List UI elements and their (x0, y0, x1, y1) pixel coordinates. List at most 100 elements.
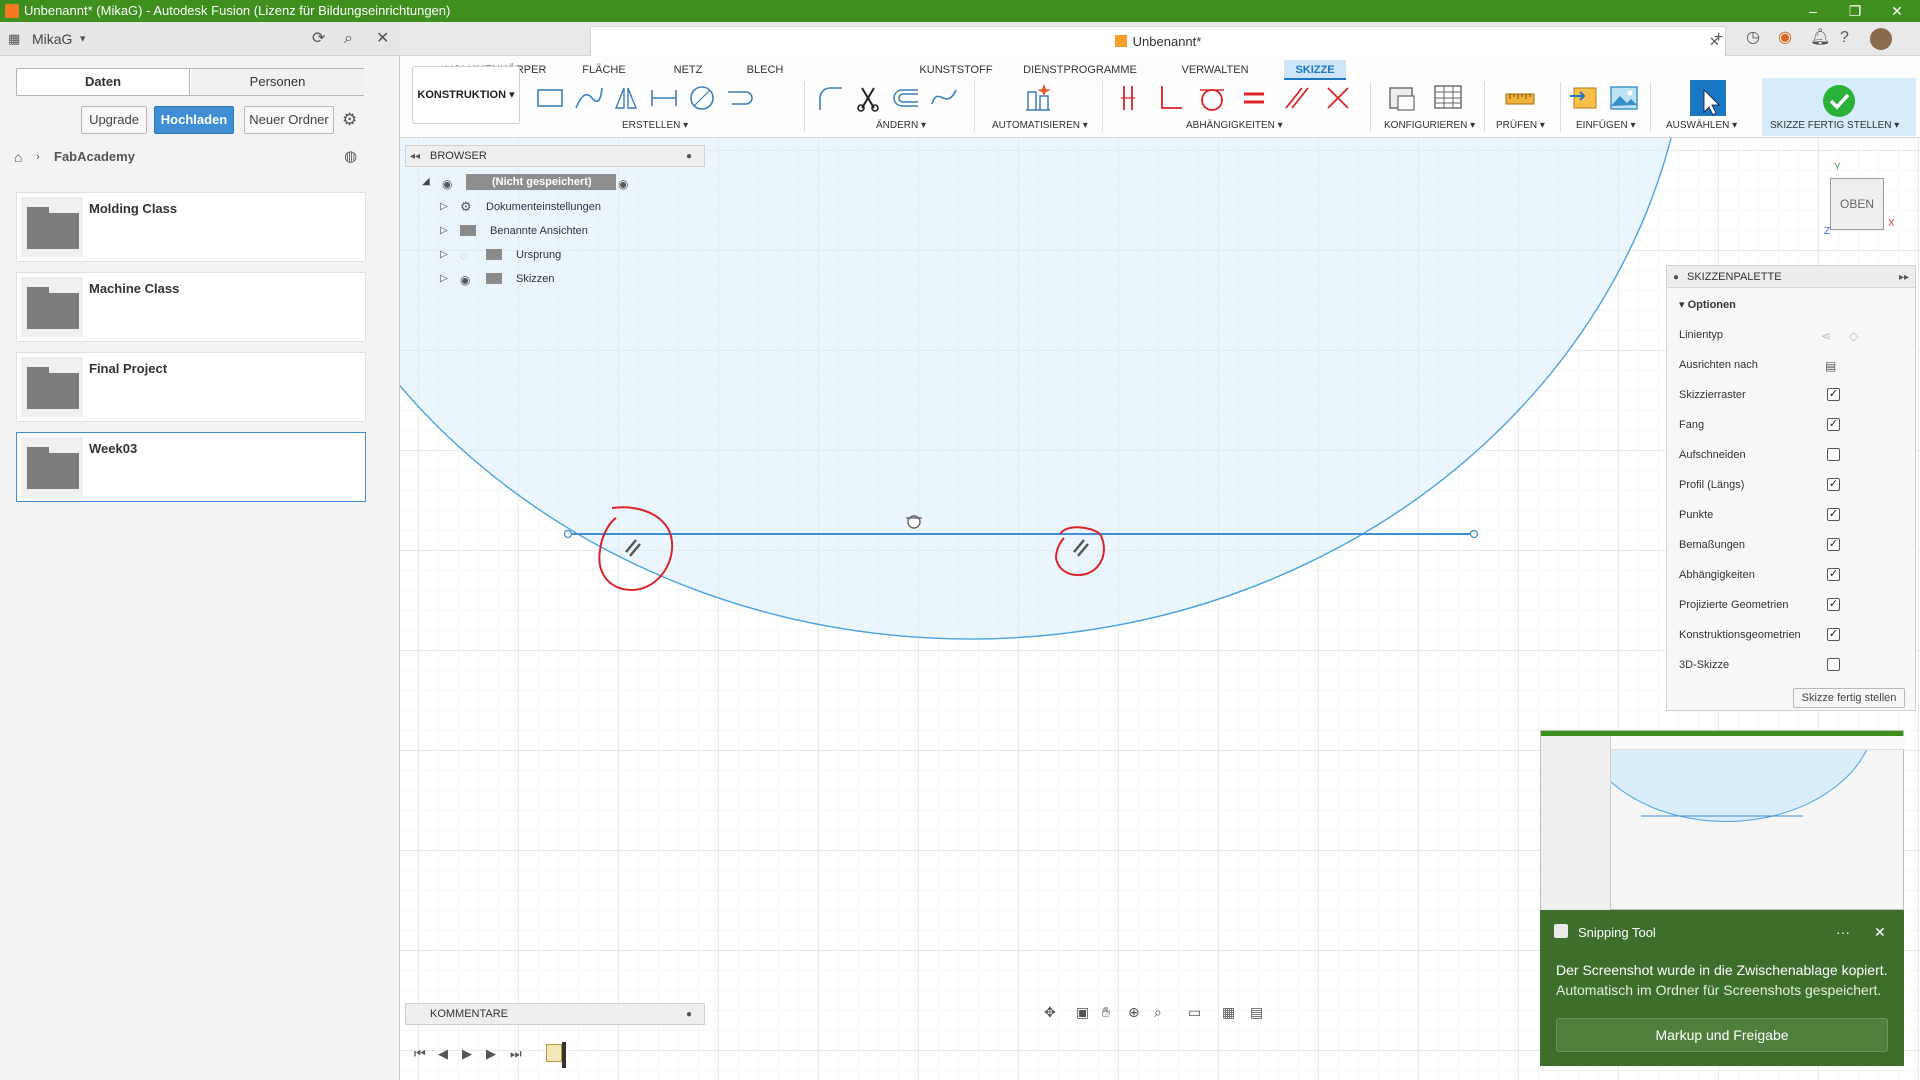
linetype-construction-icon[interactable]: ⋖ (1821, 328, 1831, 344)
look-at-icon[interactable]: ▣ (1076, 1004, 1089, 1020)
last-step-icon[interactable]: ⏭ (510, 1046, 522, 1062)
fang-checkbox[interactable]: ✓ (1827, 418, 1840, 431)
chevron-down-icon[interactable]: ▾ (80, 31, 86, 47)
mirror-tool-icon[interactable] (610, 82, 642, 114)
tab-skizze[interactable]: SKIZZE (1284, 60, 1346, 80)
perpendicular-constraint-icon[interactable] (1154, 82, 1186, 114)
offset-tool-icon[interactable] (890, 82, 922, 114)
tab-dienstprogramme[interactable]: DIENSTPROGRAMME (1022, 60, 1138, 80)
tangent-constraint-icon[interactable] (1196, 82, 1228, 114)
expand-icon[interactable]: ◢ (422, 176, 430, 187)
timeline-marker[interactable] (562, 1042, 566, 1068)
eye-icon[interactable]: ◉ (442, 176, 452, 192)
sketch-timeline-feature-icon[interactable] (546, 1044, 562, 1062)
display-settings-icon[interactable]: ▭ (1188, 1004, 1201, 1020)
group-label-auswaehlen[interactable]: AUSWÄHLEN ▾ (1666, 120, 1737, 131)
slot-tool-icon[interactable] (724, 82, 756, 114)
aufschneiden-checkbox[interactable] (1827, 448, 1840, 461)
insert-image-icon[interactable] (1608, 82, 1640, 114)
zoom-icon[interactable]: ⊕ (1128, 1004, 1140, 1020)
expand-panel-icon[interactable]: ▸▸ (1899, 270, 1909, 286)
folder-card[interactable]: Molding Class (16, 192, 366, 262)
select-tool-icon[interactable] (1688, 78, 1728, 118)
viewports-icon[interactable]: ▤ (1250, 1004, 1263, 1020)
breadcrumb[interactable]: FabAcademy (54, 149, 135, 164)
group-label-aendern[interactable]: ÄNDERN ▾ (876, 120, 926, 131)
more-options-icon[interactable]: ··· (1836, 924, 1850, 940)
group-label-automatisieren[interactable]: AUTOMATISIEREN ▾ (992, 120, 1088, 131)
markup-and-share-button[interactable]: Markup und Freigabe (1556, 1018, 1888, 1052)
options-section[interactable]: ▾ Optionen (1679, 298, 1736, 311)
finish-sketch-palette-button[interactable]: Skizze fertig stellen (1793, 688, 1905, 708)
user-name[interactable]: MikaG (32, 31, 72, 47)
close-icon[interactable]: ✕ (376, 31, 389, 47)
viewcube[interactable]: OBEN Y X Z (1824, 162, 1902, 238)
new-folder-button[interactable]: Neuer Ordner (244, 106, 334, 134)
settings-gear-icon[interactable]: ⚙ (342, 111, 357, 128)
folder-card[interactable]: Final Project (16, 352, 366, 422)
punkte-checkbox[interactable]: ✓ (1827, 508, 1840, 521)
help-icon[interactable]: ? (1840, 30, 1849, 46)
next-step-icon[interactable]: ▶︎ (486, 1046, 496, 1062)
refresh-icon[interactable]: ⟳ (312, 31, 325, 47)
group-label-abhaengigkeiten[interactable]: ABHÄNGIGKEITEN ▾ (1186, 120, 1283, 131)
apps-grid-icon[interactable]: ▦ (8, 31, 20, 47)
close-toast-icon[interactable]: ✕ (1874, 924, 1886, 940)
automate-tool-icon[interactable] (1022, 82, 1054, 114)
look-at-icon[interactable]: ▤ (1825, 358, 1836, 374)
previous-step-icon[interactable]: ◀ (438, 1046, 448, 1062)
expand-icon[interactable]: ▷ (440, 273, 448, 284)
first-step-icon[interactable]: ⏮ (414, 1046, 426, 1062)
eye-hidden-icon[interactable]: ◌ (460, 248, 467, 264)
tab-verwalten[interactable]: VERWALTEN (1178, 60, 1252, 80)
trim-scissors-icon[interactable] (852, 82, 884, 114)
comments-panel-header[interactable]: KOMMENTARE ● (405, 1003, 705, 1025)
folder-card[interactable]: Week03 (16, 432, 366, 502)
workspace-dropdown[interactable]: KONSTRUKTION ▾ (412, 66, 520, 124)
group-label-einfuegen[interactable]: EINFÜGEN ▾ (1576, 120, 1635, 131)
abhaengigkeiten-checkbox[interactable]: ✓ (1827, 568, 1840, 581)
notifications-bell-icon[interactable]: 🔔︎ (1810, 30, 1830, 46)
fillet-tool-icon[interactable] (814, 82, 846, 114)
tab-flaeche[interactable]: FLÄCHE (568, 60, 640, 80)
skizzierraster-checkbox[interactable]: ✓ (1827, 388, 1840, 401)
3d-skizze-checkbox[interactable] (1827, 658, 1840, 671)
group-label-pruefen[interactable]: PRÜFEN ▾ (1496, 120, 1545, 131)
collapse-dot-icon[interactable]: ● (1673, 270, 1679, 286)
close-window-button[interactable]: ✕ (1876, 0, 1918, 22)
circle-tool-icon[interactable] (686, 82, 718, 114)
profil-checkbox[interactable]: ✓ (1827, 478, 1840, 491)
maximize-button[interactable]: ❐ (1834, 0, 1876, 22)
viewcube-face[interactable]: OBEN (1830, 178, 1884, 230)
expand-icon[interactable]: ▷ (440, 225, 448, 236)
home-icon[interactable]: ⌂ (14, 149, 22, 165)
add-comment-icon[interactable]: ● (686, 1007, 692, 1023)
extensions-icon[interactable]: ◉ (1778, 30, 1792, 46)
upload-button[interactable]: Hochladen (154, 106, 234, 134)
search-icon[interactable]: ⌕ (344, 31, 353, 47)
expand-icon[interactable]: ▷ (440, 201, 448, 212)
measure-ruler-icon[interactable] (1504, 82, 1536, 114)
folder-card[interactable]: Machine Class (16, 272, 366, 342)
tab-personen[interactable]: Personen (191, 69, 364, 95)
avatar[interactable] (1870, 28, 1892, 50)
projizierte-geometrien-checkbox[interactable]: ✓ (1827, 598, 1840, 611)
new-tab-icon[interactable]: + (1714, 30, 1723, 46)
sketch-palette-header[interactable]: ● SKIZZENPALETTE ▸▸ (1667, 266, 1915, 288)
eye-icon[interactable]: ◉ (460, 272, 470, 288)
line-endpoint[interactable] (1469, 529, 1479, 539)
konstruktionsgeometrien-checkbox[interactable]: ✓ (1827, 628, 1840, 641)
insert-object-icon[interactable] (1568, 82, 1600, 114)
linetype-centerline-icon[interactable]: ◇ (1849, 328, 1858, 344)
line-endpoint[interactable] (563, 529, 573, 539)
screenshot-thumbnail-preview[interactable] (1540, 730, 1905, 911)
document-tab[interactable]: Unbenannt* ✕ (590, 26, 1726, 56)
coincident-constraint-icon[interactable] (1112, 82, 1144, 114)
upgrade-button[interactable]: Upgrade (81, 106, 147, 134)
globe-icon[interactable]: ◍ (344, 149, 357, 165)
snipping-tool-toast[interactable]: Snipping Tool ··· ✕ Der Screenshot wurde… (1540, 910, 1904, 1066)
minimize-button[interactable]: – (1792, 0, 1834, 22)
group-label-konfigurieren[interactable]: KONFIGURIEREN ▾ (1384, 120, 1475, 131)
equal-constraint-icon[interactable] (1238, 82, 1270, 114)
zoom-window-icon[interactable]: ⌕ (1154, 1004, 1162, 1020)
